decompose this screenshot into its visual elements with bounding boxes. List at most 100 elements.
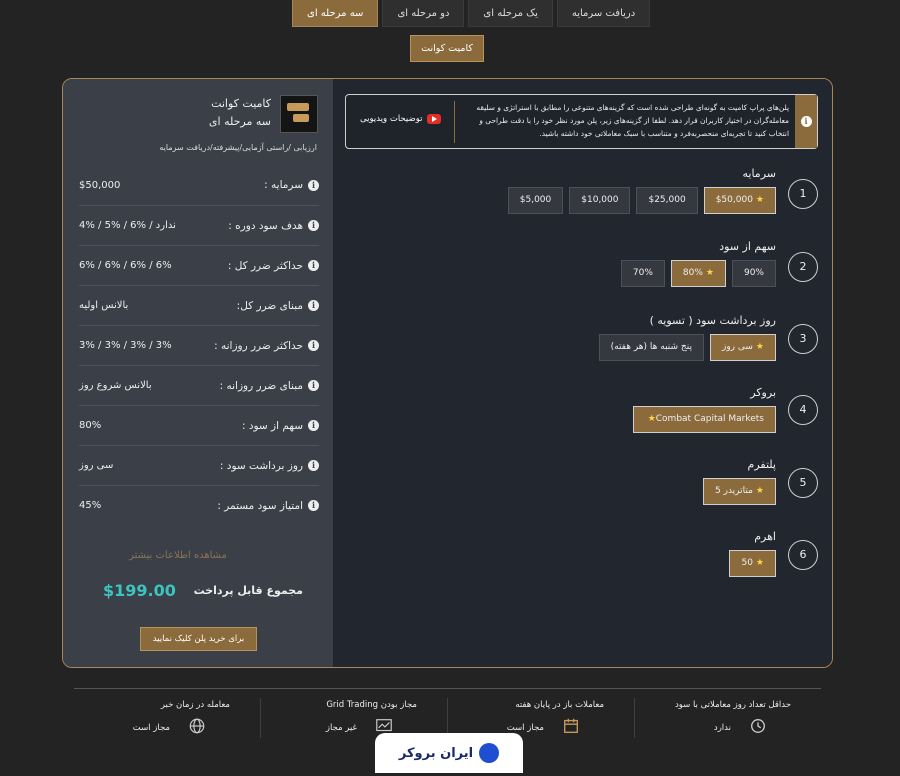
spec-label: امتیاز سود مستمر :	[217, 499, 303, 512]
option-choice[interactable]: $10,000	[569, 187, 631, 214]
spec-value: بالانس شروع روز	[79, 380, 152, 391]
divider	[454, 101, 455, 143]
product-name: کامیت کوانت	[211, 97, 271, 110]
option-choice[interactable]: 70%	[620, 260, 665, 287]
option-broker: 4 بروکر ★Combat Capital Markets	[348, 386, 818, 436]
spec-value: 4% / 5% / 6% / ندارد	[79, 220, 176, 231]
step-number: 5	[788, 468, 818, 498]
option-choice[interactable]: $5,000	[507, 187, 564, 214]
spec-row: i هدف سود دوره : 4% / 5% / 6% / ندارد	[79, 205, 319, 245]
feature-title: معاملات باز در پایان هفته	[515, 700, 604, 710]
info-icon[interactable]: i	[308, 500, 319, 511]
total-price: $199.00	[103, 581, 176, 600]
info-icon[interactable]: i	[308, 260, 319, 271]
spec-label: هدف سود دوره :	[228, 219, 303, 232]
spec-row: i مبنای ضرر روزانه : بالانس شروع روز	[79, 365, 319, 405]
option-choice[interactable]: ★$50,000	[703, 187, 776, 214]
spec-label: سرمایه :	[264, 179, 303, 191]
info-icon[interactable]: i	[308, 380, 319, 391]
info-icon[interactable]: i	[308, 340, 319, 351]
tab-one-stage[interactable]: یک مرحله ای	[468, 0, 553, 27]
option-choice[interactable]: ★Combat Capital Markets	[632, 406, 776, 433]
spec-row: i سرمایه : $50,000	[79, 165, 319, 205]
star-icon: ★	[755, 195, 764, 205]
step-number: 2	[788, 252, 818, 282]
star-icon: ★	[705, 268, 714, 278]
star-icon: ★	[647, 414, 656, 424]
video-explanation-link[interactable]: توضیحات ویدیویی	[360, 114, 442, 124]
youtube-icon	[427, 114, 442, 124]
feature-title: حداقل تعداد روز معاملاتی با سود	[674, 700, 791, 710]
feature-value: مجاز است	[506, 723, 544, 733]
info-icon[interactable]: i	[308, 460, 319, 471]
info-icon: i	[800, 116, 812, 127]
spec-value: سی روز	[79, 460, 114, 471]
tab-funding[interactable]: دریافت سرمایه	[556, 0, 651, 27]
option-choice[interactable]: پنج شنبه ها (هر هفته)	[598, 334, 704, 361]
info-icon[interactable]: i	[308, 420, 319, 431]
spec-row: i سهم از سود : 80%	[79, 405, 319, 445]
star-icon: ★	[755, 486, 764, 496]
feature-grid-trading: مجاز بودن Grid Trading غیر مجاز	[261, 698, 448, 738]
feature-weekend-hold: معاملات باز در پایان هفته مجاز است	[448, 698, 635, 738]
option-payout-day: 3 روز برداشت سود ( تسویه ) ★سی روز پنج ش…	[348, 314, 818, 364]
info-icon[interactable]: i	[308, 300, 319, 311]
step-number: 6	[788, 540, 818, 570]
option-title: پلتفرم	[747, 458, 776, 471]
spec-label: سهم از سود :	[241, 419, 303, 432]
buy-plan-button[interactable]: برای خرید پلن کلیک نمایید	[140, 627, 257, 651]
option-platform: 5 پلتفرم ★متاتریدر 5	[348, 458, 818, 508]
spec-value: بالانس اولیه	[79, 300, 129, 311]
feature-title: معامله در زمان خبر	[160, 700, 230, 710]
option-capital: 1 سرمایه ★$50,000 $25,000 $10,000 $5,000	[348, 167, 818, 217]
tab-three-stage[interactable]: سه مرحله ای	[292, 0, 379, 27]
step-number: 4	[788, 395, 818, 425]
product-type: سه مرحله ای	[208, 115, 271, 128]
options-panel: i پلن‌های پراپ کامیت به گونه‌ای طراحی شد…	[333, 79, 832, 667]
option-choice[interactable]: 90%	[731, 260, 776, 287]
spec-value: 6% / 6% / 6% / 6%	[79, 260, 172, 271]
feature-min-days: حداقل تعداد روز معاملاتی با سود ندارد	[635, 698, 821, 738]
more-info-link[interactable]: مشاهده اطلاعات بیشتر	[63, 550, 293, 561]
spec-row: i حداکثر ضرر روزانه : 3% / 3% / 3% / 3%	[79, 325, 319, 365]
total-label: مجموع قابل پرداخت	[193, 584, 303, 597]
plan-type-tabs: سه مرحله ای دو مرحله ای یک مرحله ای دریا…	[292, 0, 651, 27]
spec-row: i روز برداشت سود : سی روز	[79, 445, 319, 485]
option-choice[interactable]: $25,000	[636, 187, 698, 214]
step-number: 3	[788, 324, 818, 354]
feature-title: مجاز بودن Grid Trading	[326, 700, 417, 710]
intro-box: i پلن‌های پراپ کامیت به گونه‌ای طراحی شد…	[345, 94, 818, 149]
spec-value: 80%	[79, 420, 102, 431]
divider	[74, 688, 821, 689]
info-icon[interactable]: i	[308, 220, 319, 231]
option-choice[interactable]: ★50	[729, 550, 776, 577]
spec-value: 45%	[79, 500, 102, 511]
spec-label: مبنای ضرر کل:	[236, 299, 303, 312]
star-icon: ★	[755, 342, 764, 352]
spec-value: 3% / 3% / 3% / 3%	[79, 340, 172, 351]
spec-row: i امتیاز سود مستمر : 45%	[79, 485, 319, 525]
option-choice[interactable]: ★متاتریدر 5	[703, 478, 776, 505]
option-title: سرمایه	[742, 167, 777, 180]
tab-two-stage[interactable]: دو مرحله ای	[382, 0, 465, 27]
spec-row: i حداکثر ضرر کل : 6% / 6% / 6% / 6%	[79, 245, 319, 285]
option-choice[interactable]: ★سی روز	[709, 334, 776, 361]
feature-value: ندارد	[713, 723, 731, 733]
spec-label: حداکثر ضرر روزانه :	[214, 339, 303, 352]
option-leverage: 6 اهرم ★50	[348, 530, 818, 580]
feature-value: مجاز است	[132, 723, 170, 733]
option-title: بروکر	[750, 386, 776, 399]
spec-label: حداکثر ضرر کل :	[227, 259, 303, 272]
brand-name: ایران بروکر	[398, 745, 474, 761]
option-choice[interactable]: ★80%	[670, 260, 726, 287]
comet-quant-button[interactable]: کامیت کوانت	[410, 35, 484, 62]
option-profit-share: 2 سهم از سود 90% ★80% 70%	[348, 240, 818, 290]
brand-logo[interactable]: ایران بروکر	[375, 733, 523, 773]
video-label: توضیحات ویدیویی	[360, 114, 423, 124]
intro-info-badge: i	[795, 95, 817, 148]
features-bar: حداقل تعداد روز معاملاتی با سود ندارد مع…	[74, 698, 821, 738]
option-title: روز برداشت سود ( تسویه )	[649, 314, 776, 327]
option-title: اهرم	[754, 530, 776, 543]
info-icon[interactable]: i	[308, 179, 319, 191]
spec-list: i سرمایه : $50,000 i هدف سود دوره : 4% / 5…	[79, 165, 319, 525]
